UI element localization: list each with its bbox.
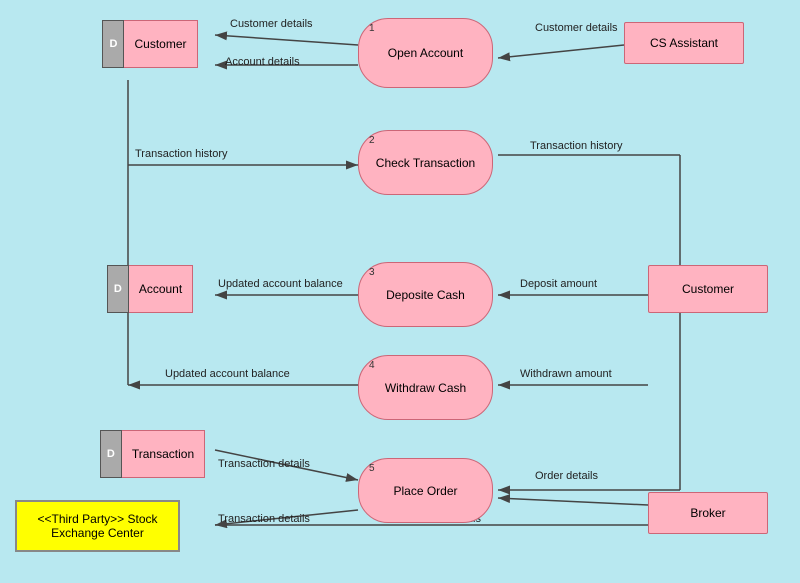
deposit-cash-label: Deposite Cash [386,288,465,302]
cs-assistant-label: CS Assistant [650,36,718,50]
label-txn-history-left: Transaction history [135,148,228,160]
customer-right-label: Customer [682,282,734,296]
check-transaction-num: 2 [369,135,375,146]
broker-label: Broker [690,506,725,520]
label-txn-details-2: Transaction details [218,513,310,525]
broker-node: Broker [648,492,768,534]
label-order-details-1: Order details [535,470,598,482]
label-withdrawn-amount: Withdrawn amount [520,368,612,380]
check-transaction-label: Check Transaction [376,156,475,170]
deposit-cash-node: 3 Deposite Cash [358,262,493,327]
place-order-num: 5 [369,463,375,474]
label-customer-details-2: Customer details [535,22,618,34]
datastore-d-customer: D [102,20,124,68]
label-account-details: Account details [225,56,300,68]
datastore-d-account: D [107,265,129,313]
deposit-cash-num: 3 [369,267,375,278]
customer-label: Customer [124,20,197,68]
customer-right-node: Customer [648,265,768,313]
open-account-node: 1 Open Account [358,18,493,88]
label-deposit-amount: Deposit amount [520,278,597,290]
third-party-node: <<Third Party>> Stock Exchange Center [15,500,180,552]
label-txn-history-right: Transaction history [530,140,623,152]
third-party-label: <<Third Party>> Stock Exchange Center [25,512,170,540]
datastore-d-transaction: D [100,430,122,478]
place-order-node: 5 Place Order [358,458,493,523]
place-order-label: Place Order [393,484,457,498]
transaction-label: Transaction [122,430,205,478]
check-transaction-node: 2 Check Transaction [358,130,493,195]
account-label: Account [129,265,193,313]
label-txn-details-1: Transaction details [218,458,310,470]
customer-datastore: D Customer [85,20,215,68]
withdraw-cash-node: 4 Withdraw Cash [358,355,493,420]
withdraw-cash-label: Withdraw Cash [385,381,466,395]
open-account-label: Open Account [388,46,463,60]
open-account-num: 1 [369,23,375,34]
label-updated-balance-2: Updated account balance [165,368,290,380]
diagram-container: Customer details Account details Custome… [0,0,800,583]
withdraw-cash-num: 4 [369,360,375,371]
transaction-datastore: D Transaction [85,430,220,478]
label-updated-balance-1: Updated account balance [218,278,343,290]
label-customer-details-1: Customer details [230,18,313,30]
cs-assistant-node: CS Assistant [624,22,744,64]
account-datastore: D Account [85,265,215,313]
